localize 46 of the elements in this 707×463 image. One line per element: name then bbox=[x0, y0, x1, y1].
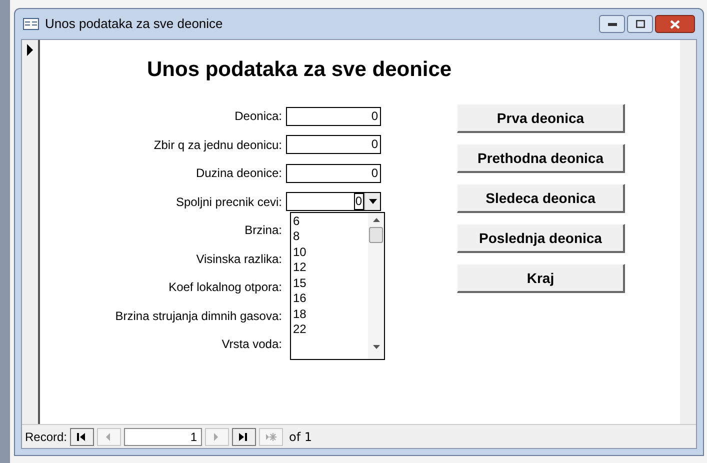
field-label: Brzina: bbox=[244, 222, 283, 240]
dropdown-option[interactable]: 22 bbox=[293, 322, 368, 338]
input-field[interactable]: 0 bbox=[286, 164, 381, 183]
dropdown-option[interactable]: 12 bbox=[293, 260, 368, 276]
scroll-down-icon[interactable] bbox=[372, 344, 380, 348]
form-button[interactable]: Kraj bbox=[457, 264, 625, 293]
field-label: Duzina deonice: bbox=[194, 165, 283, 182]
new-record-icon bbox=[265, 432, 278, 442]
scrollbar-thumb[interactable] bbox=[369, 226, 383, 242]
field-label: Vrsta voda: bbox=[220, 336, 283, 354]
close-button[interactable] bbox=[655, 15, 695, 33]
first-record-button[interactable] bbox=[70, 428, 94, 446]
restore-icon bbox=[636, 20, 644, 28]
input-field[interactable]: 0 bbox=[286, 135, 381, 154]
field-label: Koef lokalnog otpora: bbox=[168, 279, 283, 296]
dropdown-option[interactable]: 18 bbox=[293, 306, 368, 322]
dropdown-option[interactable]: 6 bbox=[293, 214, 368, 229]
field-label: Spoljni precnik cevi: bbox=[174, 194, 283, 211]
dropdown-option[interactable]: 10 bbox=[293, 244, 368, 260]
form-button[interactable]: Prva deonica bbox=[457, 104, 625, 133]
record-label: Record: bbox=[25, 428, 68, 446]
form-button[interactable]: Sledeca deonica bbox=[457, 184, 625, 213]
form-heading: Unos podataka za sve deonice bbox=[147, 57, 452, 83]
field-label: Brzina strujanja dimnih gasova: bbox=[114, 308, 283, 325]
input-field[interactable]: 0 bbox=[286, 106, 381, 126]
minimize-button[interactable] bbox=[599, 15, 625, 33]
dropdown-arrow-icon bbox=[368, 199, 376, 204]
minimize-icon bbox=[608, 22, 616, 26]
field-label: Visinska razlika: bbox=[195, 250, 283, 268]
form-button[interactable]: Prethodna deonica bbox=[457, 144, 625, 173]
field-label: Zbir q za jednu deonicu: bbox=[152, 136, 283, 154]
restore-button[interactable] bbox=[627, 15, 653, 33]
dropdown-option[interactable]: 8 bbox=[293, 229, 368, 244]
record-count: of 1 bbox=[289, 428, 312, 446]
dropdown-option[interactable]: 15 bbox=[293, 276, 368, 291]
field-label: Deonica: bbox=[234, 108, 283, 126]
window-title: Unos podataka za sve deonice bbox=[45, 15, 223, 34]
dropdown-option[interactable]: 16 bbox=[293, 291, 368, 306]
record-selector-icon bbox=[26, 44, 34, 56]
combo-box[interactable]: 0 bbox=[286, 192, 381, 212]
form-button[interactable]: Poslednja deonica bbox=[457, 224, 625, 253]
form-icon bbox=[23, 18, 39, 30]
close-icon bbox=[670, 20, 680, 28]
last-record-button[interactable] bbox=[232, 428, 256, 446]
scroll-up-icon[interactable] bbox=[372, 218, 380, 222]
record-number-field[interactable]: 1 bbox=[124, 428, 202, 446]
